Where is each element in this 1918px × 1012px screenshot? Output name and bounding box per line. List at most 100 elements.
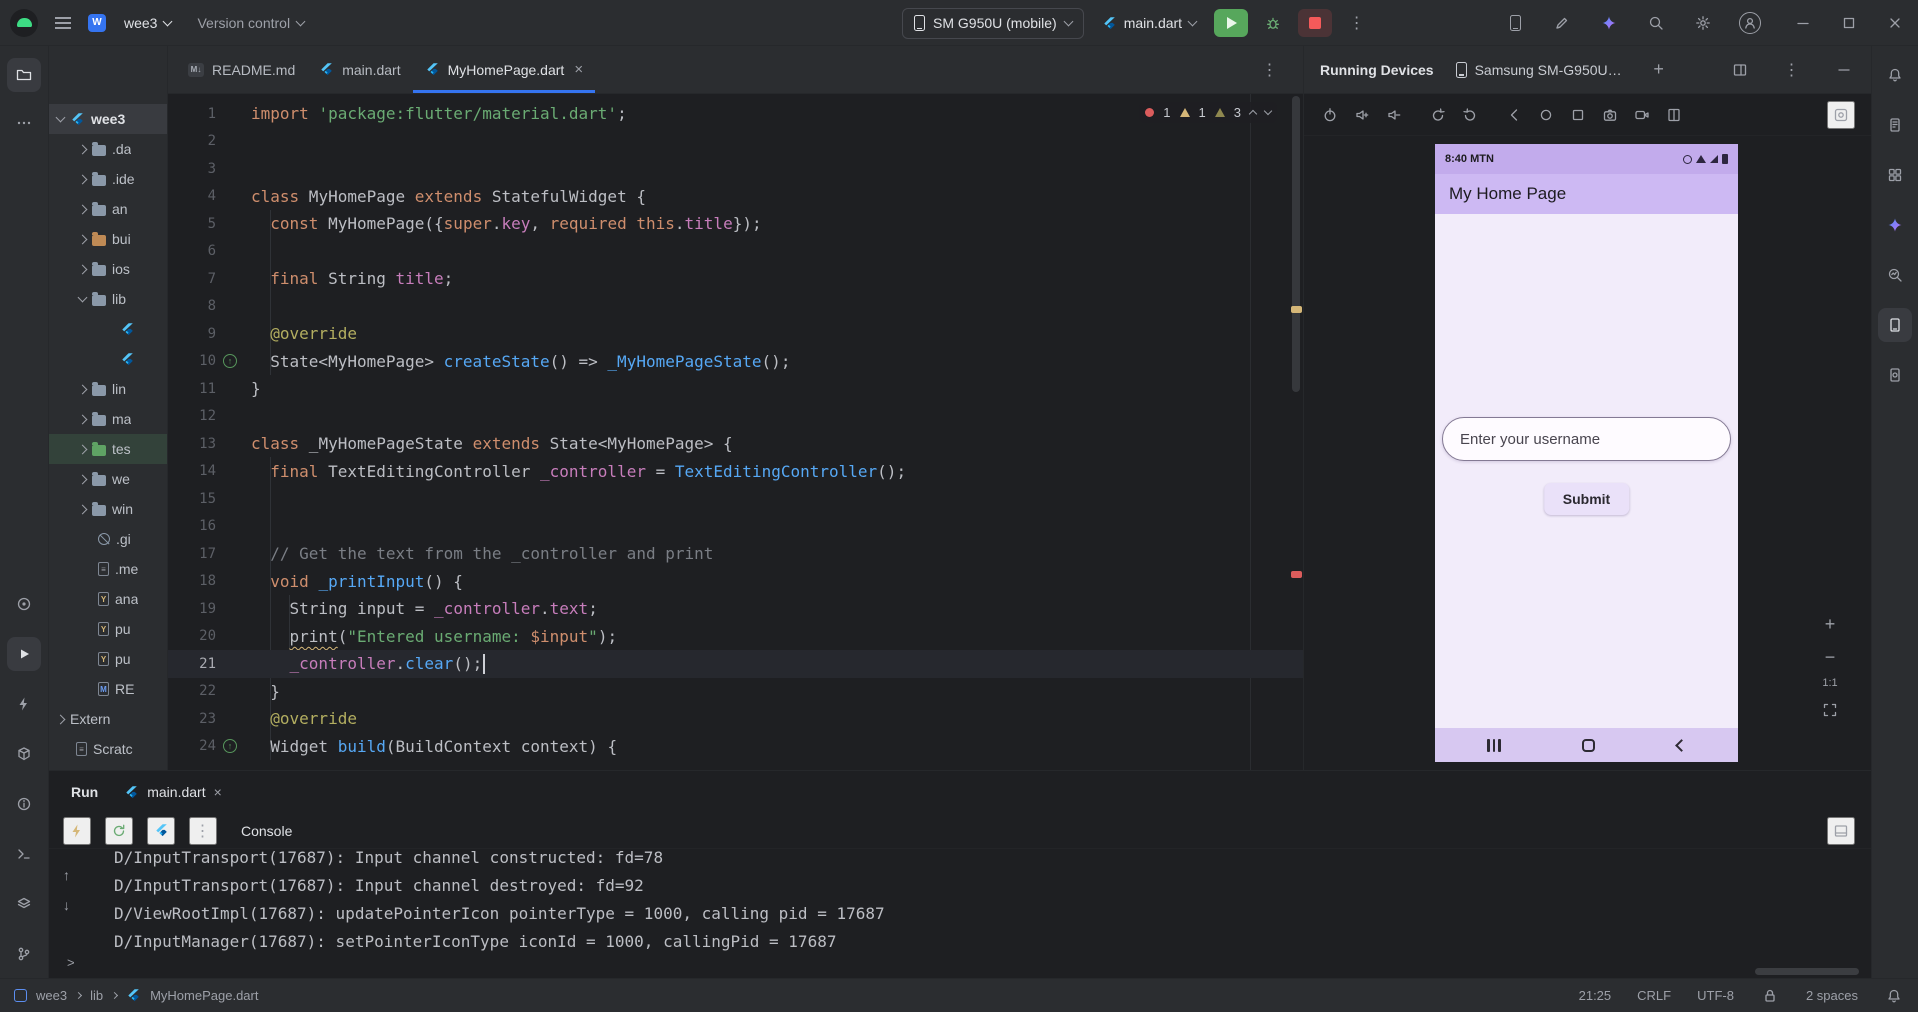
run-tab[interactable]: main.dart × [124,784,222,800]
tree-item-ios[interactable]: ios [49,254,167,284]
code-line-9[interactable]: 9 @override [168,320,1303,348]
username-input[interactable]: Enter your username [1442,417,1731,461]
chevron-right-icon[interactable] [77,234,88,244]
hot-restart-button[interactable] [105,816,133,845]
device-screen[interactable]: 8:40 MTN My Home Page Enter your usernam… [1435,144,1738,762]
more-tools-icon[interactable] [7,106,41,140]
rotate-left-button[interactable] [1424,101,1452,129]
code-line-14[interactable]: 14 final TextEditingController _controll… [168,458,1303,486]
scroll-down-icon[interactable]: ↓ [63,897,70,913]
warning-stripe-mark[interactable] [1291,306,1302,313]
rotate-right-button[interactable] [1456,101,1484,129]
tree-item-lin[interactable]: lin [49,374,167,404]
tab-console[interactable]: Console [241,823,292,839]
problems-icon[interactable] [7,787,41,821]
gemini-button[interactable] [1592,6,1626,40]
device-explorer-icon[interactable] [1878,108,1912,142]
back-button[interactable] [1500,101,1528,129]
search-everywhere-button[interactable] [1639,6,1673,40]
layout-settings-button[interactable] [1827,816,1855,845]
code-line-24[interactable]: 24 ↑ Widget build(BuildContext context) { [168,733,1303,761]
snapshot-button[interactable] [1827,100,1855,129]
device-manager-icon[interactable] [1878,358,1912,392]
zoom-in-button[interactable]: + [1817,611,1843,637]
editor-tab-READMEmd[interactable]: M↓ README.md [176,46,307,93]
stop-button[interactable] [1298,9,1333,37]
tree-item-RE[interactable]: RE [49,674,167,704]
chevron-right-icon[interactable] [77,264,88,274]
project-selector[interactable]: wee3 [116,7,179,39]
main-menu-icon[interactable] [48,8,78,38]
code-line-1[interactable]: 1 import 'package:flutter/material.dart'; [168,100,1303,128]
submit-button[interactable]: Submit [1543,483,1630,515]
code-line-10[interactable]: 10 ↑ State<MyHomePage> createState() => _… [168,348,1303,376]
volume-down-button[interactable] [1380,101,1408,129]
notifications-icon[interactable] [1884,986,1904,1006]
tree-item-pu[interactable]: pu [49,614,167,644]
add-device-tab-button[interactable]: + [1644,55,1674,85]
annotate-button[interactable] [1545,6,1579,40]
notifications-icon[interactable] [1878,58,1912,92]
home-button[interactable] [1532,101,1560,129]
close-icon[interactable]: × [214,784,222,800]
maximize-button[interactable] [1826,0,1872,46]
split-panel-button[interactable] [1725,55,1755,85]
code-line-22[interactable]: 22 } [168,678,1303,706]
tree-item-bui[interactable]: bui [49,224,167,254]
indent-setting[interactable]: 2 spaces [1806,988,1858,1003]
code-line-16[interactable]: 16 [168,513,1303,541]
code-line-21[interactable]: 21 _controller.clear(); [168,650,1303,678]
tree-item-Extern[interactable]: Extern [49,704,167,734]
chevron-right-icon[interactable] [77,444,88,454]
app-insights-icon[interactable] [1878,258,1912,292]
record-button[interactable] [1628,101,1656,129]
caret-position[interactable]: 21:25 [1579,988,1612,1003]
code-line-4[interactable]: 4 class MyHomePage extends StatefulWidget… [168,183,1303,211]
overview-button[interactable] [1564,101,1592,129]
code-line-18[interactable]: 18 void _printInput() { [168,568,1303,596]
debug-button[interactable] [1258,8,1288,38]
running-devices-icon[interactable] [1878,308,1912,342]
console-options-button[interactable]: ⋮ [189,816,217,845]
tree-item-lib[interactable]: lib [49,284,167,314]
tree-item-da[interactable]: .da [49,134,167,164]
back-icon[interactable] [1675,738,1688,752]
editor-tab-MyHomePagedart[interactable]: MyHomePage.dart × [412,46,596,93]
tree-item-ana[interactable]: ana [49,584,167,614]
prev-problem-icon[interactable] [1248,109,1258,119]
file-encoding[interactable]: UTF-8 [1697,988,1734,1003]
more-run-actions-button[interactable]: ⋮ [1342,8,1372,38]
crumb-folder[interactable]: lib [90,988,103,1003]
chevron-right-icon[interactable] [77,504,88,514]
tree-item-an[interactable]: an [49,194,167,224]
code-line-2[interactable]: 2 [168,128,1303,156]
todo-icon[interactable] [7,887,41,921]
override-marker-icon[interactable]: ↑ [223,354,237,369]
breadcrumb[interactable]: wee3 lib MyHomePage.dart [14,988,258,1003]
close-icon[interactable]: × [574,61,583,78]
hide-panel-button[interactable] [1829,55,1859,85]
tree-item-7[interactable] [49,314,167,344]
run-config-selector[interactable]: main.dart [1094,7,1204,39]
profiler-icon[interactable] [7,687,41,721]
next-problem-icon[interactable] [1263,106,1273,116]
recents-icon[interactable] [1487,738,1501,752]
code-line-19[interactable]: 19 String input = _controller.text; [168,595,1303,623]
device-selector[interactable]: SM G950U (mobile) [902,7,1084,39]
chevron-right-icon[interactable] [77,414,88,424]
code-area[interactable]: 1 import 'package:flutter/material.dart';… [168,94,1303,770]
code-line-11[interactable]: 11} [168,375,1303,403]
hot-reload-button[interactable] [63,816,91,845]
tree-item-gi[interactable]: .gi [49,524,167,554]
settings-button[interactable] [1686,6,1720,40]
close-button[interactable] [1872,0,1918,46]
camera-button[interactable] [1596,101,1624,129]
code-line-7[interactable]: 7 final String title; [168,265,1303,293]
editor-scrollbar[interactable] [1292,96,1300,392]
services-icon[interactable] [7,587,41,621]
open-devtools-button[interactable] [147,816,175,845]
run-button[interactable] [1214,9,1249,37]
zoom-out-button[interactable]: − [1817,644,1843,670]
code-line-17[interactable]: 17 // Get the text from the _controller … [168,540,1303,568]
console[interactable]: ↑ ↓ > D/InputTransport(17687): Input cha… [49,849,1871,978]
